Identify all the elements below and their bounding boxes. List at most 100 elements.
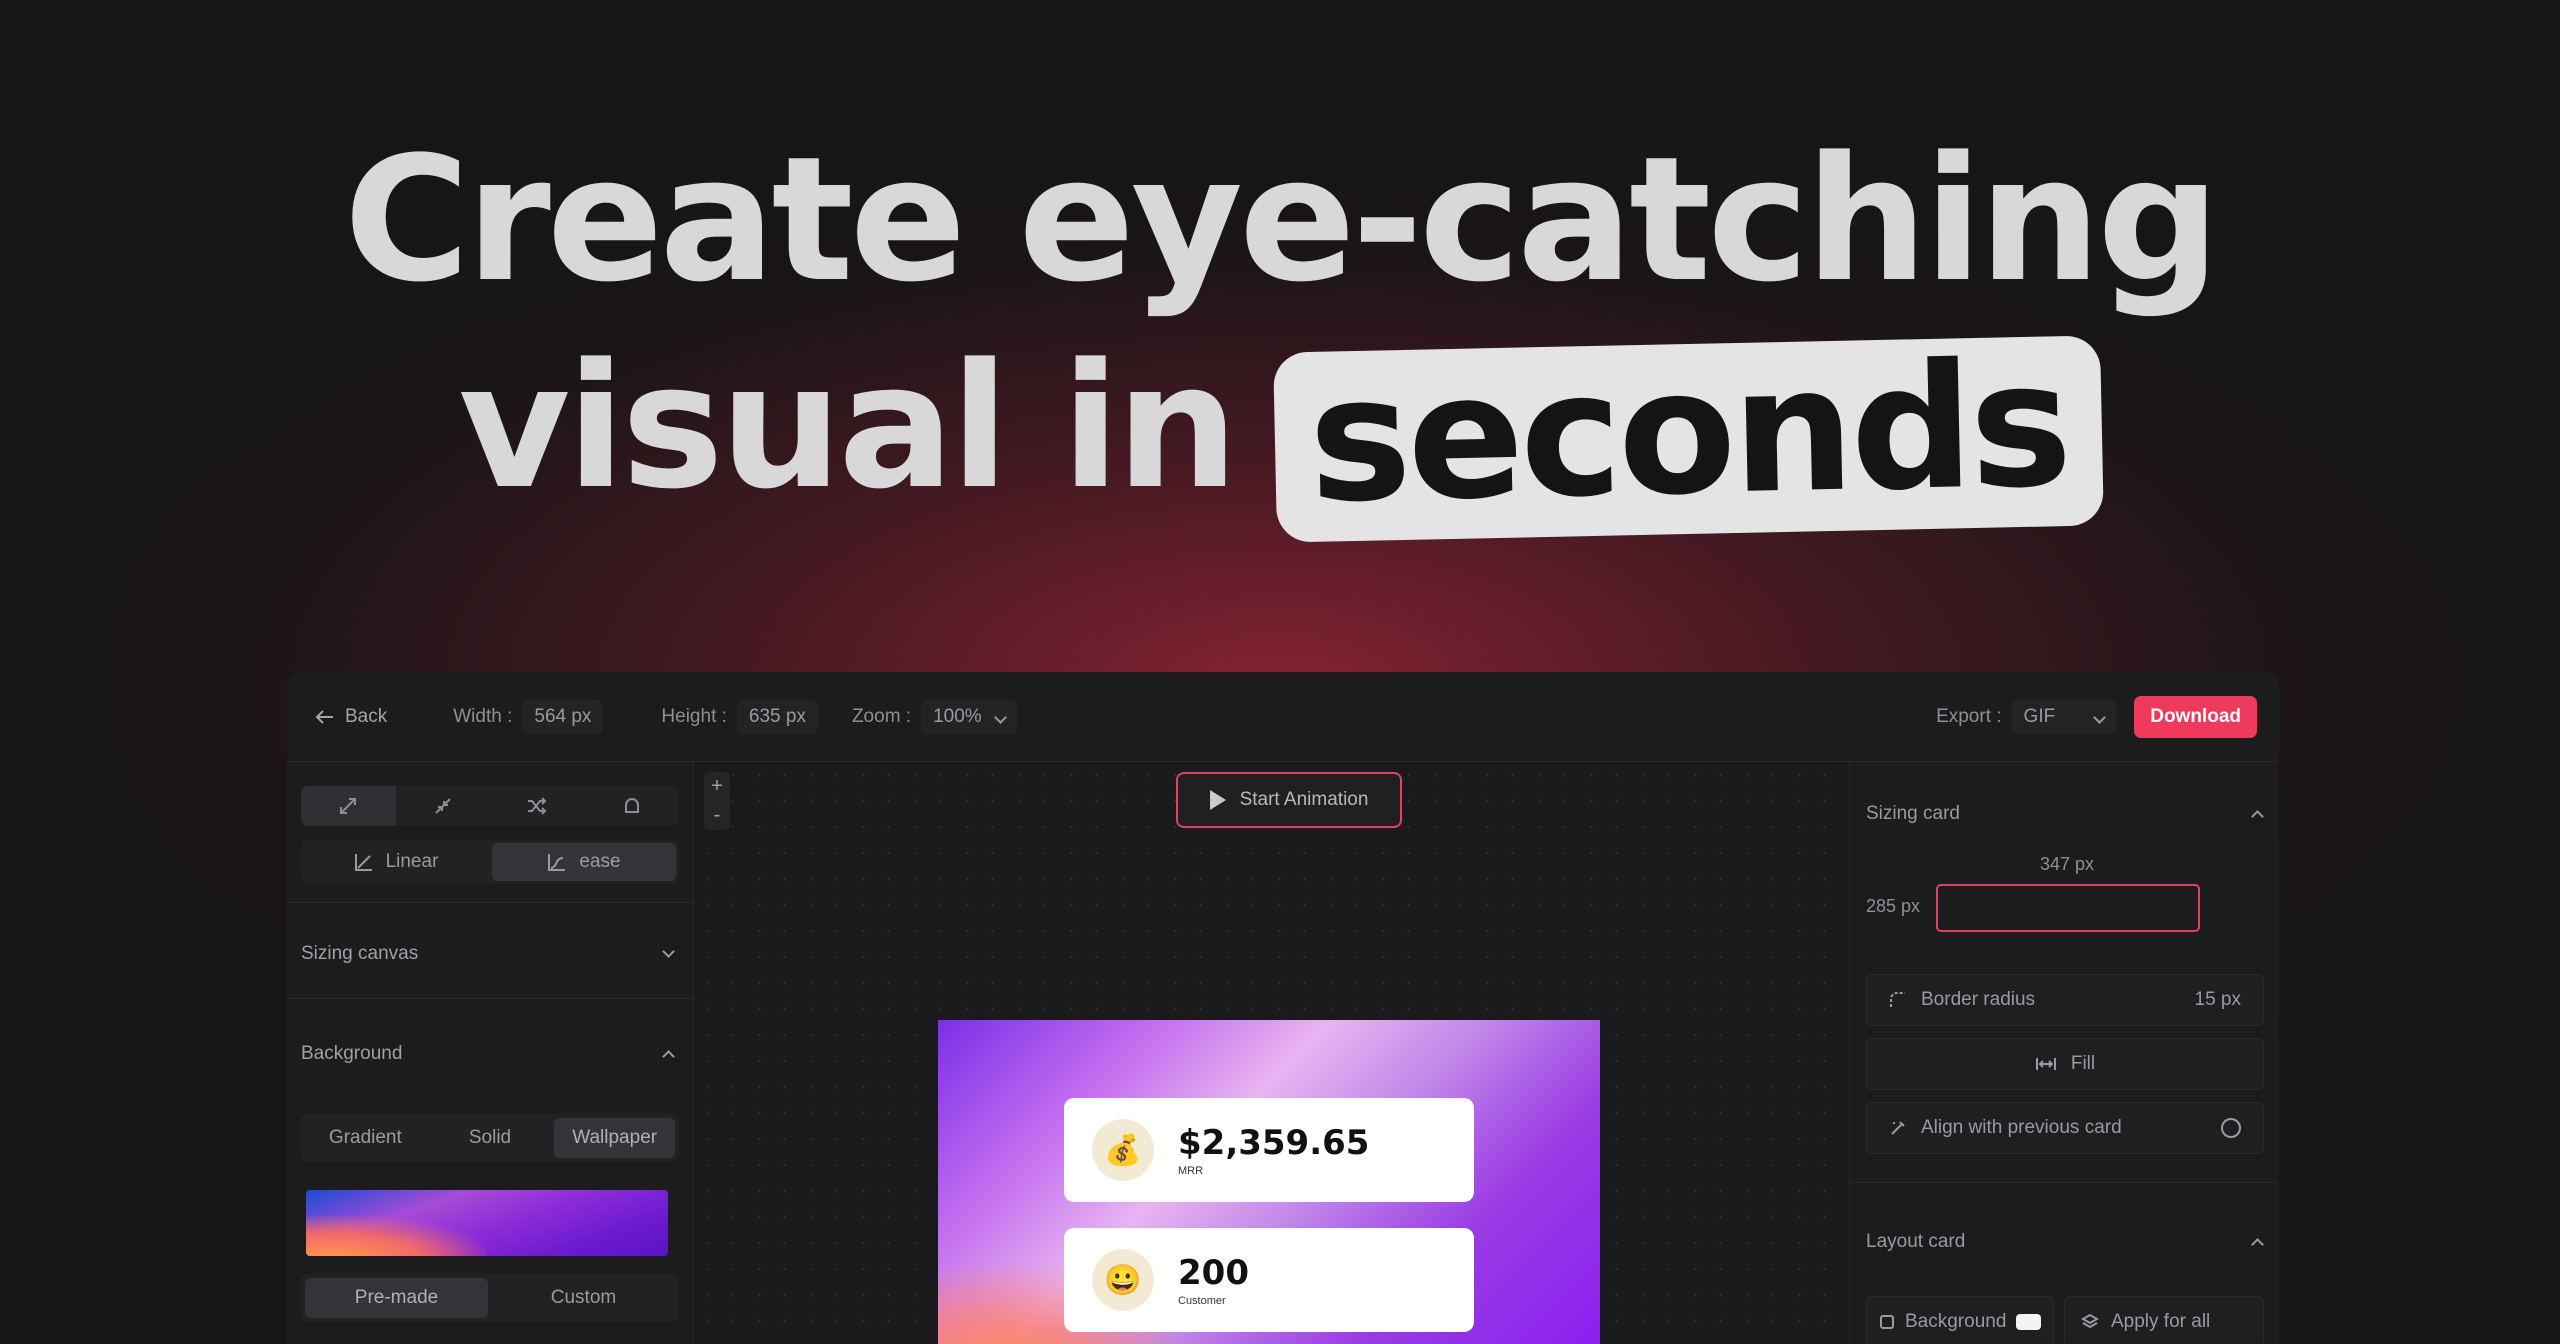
easing-linear-label: Linear: [385, 851, 439, 872]
tab-pre-made[interactable]: Pre-made: [305, 1278, 488, 1318]
zoom-select[interactable]: 100%: [921, 699, 1017, 734]
width-field: Width : 564 px: [453, 699, 604, 734]
start-animation-button[interactable]: Start Animation: [1176, 772, 1402, 828]
background-header[interactable]: Background: [301, 1034, 679, 1074]
width-label: Width :: [453, 705, 513, 727]
card-background-label: Background: [1905, 1311, 2007, 1332]
easing-ease-option[interactable]: ease: [492, 843, 676, 881]
export-field: Export : GIF: [1936, 699, 2117, 734]
preview-canvas: + - Start Animation 💰 $2,359.65 MRR 😀 20…: [694, 762, 1849, 1344]
right-sidebar: Sizing card 347 px 285 px Border radius …: [1849, 762, 2279, 1344]
expand-icon[interactable]: [301, 786, 396, 826]
back-label: Back: [345, 705, 388, 727]
apply-all-button[interactable]: Apply for all: [2064, 1296, 2264, 1344]
section-divider: [287, 998, 694, 999]
align-previous-label: Align with previous card: [1921, 1117, 2122, 1138]
border-radius-icon: [1889, 991, 1907, 1009]
tool-icon-row: [301, 786, 679, 826]
chevron-down-icon: [993, 710, 1007, 724]
export-value: GIF: [2023, 705, 2056, 727]
tab-custom[interactable]: Custom: [492, 1278, 675, 1318]
easing-toggle: Linear ease: [301, 840, 679, 884]
zoom-in-button[interactable]: +: [711, 775, 723, 798]
shuffle-icon[interactable]: [490, 786, 585, 826]
section-divider: [287, 902, 694, 903]
zoom-label: Zoom :: [851, 705, 912, 727]
export-label: Export :: [1936, 705, 2002, 727]
linear-curve-icon: [354, 852, 374, 872]
ease-curve-icon: [547, 852, 567, 872]
sizing-canvas-header[interactable]: Sizing canvas: [301, 934, 679, 974]
tab-wallpaper[interactable]: Wallpaper: [554, 1118, 676, 1158]
wallpaper-source-tabs: Pre-made Custom: [301, 1274, 679, 1322]
chevron-up-icon: [2251, 1238, 2264, 1251]
fill-width-icon: [2035, 1056, 2057, 1072]
zoom-controls: + -: [704, 772, 730, 830]
tab-solid[interactable]: Solid: [430, 1118, 551, 1158]
easing-linear-option[interactable]: Linear: [304, 843, 488, 881]
zoom-out-button[interactable]: -: [714, 804, 721, 827]
easing-ease-label: ease: [579, 851, 621, 872]
card-width-label: 347 px: [2040, 854, 2095, 874]
height-field: Height : 635 px: [661, 699, 818, 734]
sizing-canvas-title: Sizing canvas: [301, 943, 419, 964]
border-radius-value: 15 px: [2194, 989, 2241, 1010]
layout-card-title: Layout card: [1866, 1231, 1966, 1252]
download-button[interactable]: Download: [2134, 695, 2257, 738]
stat-value: 200: [1178, 1253, 1249, 1293]
hero-line-1: Create eye-catching: [343, 119, 2221, 320]
stat-card-customer[interactable]: 😀 200 Customer: [1064, 1228, 1474, 1332]
background-type-tabs: Gradient Solid Wallpaper: [301, 1114, 679, 1162]
stat-value: $2,359.65: [1178, 1123, 1370, 1163]
border-radius-label: Border radius: [1921, 989, 2036, 1010]
border-radius-field[interactable]: Border radius 15 px: [1866, 974, 2264, 1026]
tab-gradient[interactable]: Gradient: [305, 1118, 426, 1158]
zoom-field: Zoom : 100%: [851, 699, 1017, 734]
chevron-down-icon: [2093, 710, 2107, 724]
hero-highlight-pill: seconds: [1272, 324, 2104, 543]
apply-all-label: Apply for all: [2111, 1311, 2211, 1332]
left-sidebar: Linear ease Sizing canvas Background Gra…: [287, 762, 694, 1344]
card-size-handle[interactable]: [1936, 884, 2200, 932]
align-wand-icon: [1889, 1119, 1907, 1137]
card-height-label: 285 px: [1866, 896, 1921, 916]
smiley-icon: 😀: [1092, 1249, 1154, 1311]
shape-icon[interactable]: [585, 786, 680, 826]
sizing-card-title: Sizing card: [1866, 803, 1960, 824]
fill-label: Fill: [2070, 1053, 2096, 1074]
background-title: Background: [301, 1043, 403, 1064]
arrow-left-icon: [315, 709, 335, 725]
start-animation-label: Start Animation: [1239, 789, 1369, 810]
export-select[interactable]: GIF: [2011, 699, 2117, 734]
height-label: Height :: [661, 705, 727, 727]
width-input[interactable]: 564 px: [522, 699, 604, 734]
play-icon: [1209, 790, 1226, 810]
align-previous-toggle[interactable]: [2221, 1118, 2241, 1138]
hero-line-2: visual in seconds: [458, 320, 2104, 543]
hero-line-2-text: visual in: [458, 326, 1238, 527]
section-divider: [1850, 1182, 2279, 1183]
back-button[interactable]: Back: [315, 706, 387, 728]
fill-button[interactable]: Fill: [1866, 1038, 2264, 1090]
chevron-up-icon: [662, 1050, 675, 1063]
background-paint-icon: [1879, 1314, 1895, 1330]
stat-card-mrr[interactable]: 💰 $2,359.65 MRR: [1064, 1098, 1474, 1202]
preview-artboard: 💰 $2,359.65 MRR 😀 200 Customer: [938, 1020, 1600, 1344]
chevron-down-icon: [662, 944, 675, 958]
card-background-button[interactable]: Background: [1866, 1296, 2054, 1344]
layers-icon: [2081, 1313, 2099, 1331]
stat-caption: Customer: [1178, 1295, 1226, 1307]
card-background-swatch: [2016, 1314, 2041, 1330]
top-toolbar: Back Width : 564 px Height : 635 px Zoom…: [287, 672, 2279, 762]
chevron-up-icon: [2251, 810, 2264, 823]
hero-heading: Create eye-catching visual in seconds: [0, 119, 2560, 543]
collapse-icon[interactable]: [396, 786, 491, 826]
layout-card-header[interactable]: Layout card: [1866, 1222, 2264, 1262]
money-bag-icon: 💰: [1092, 1119, 1154, 1181]
wallpaper-swatch[interactable]: [306, 1190, 668, 1256]
height-input[interactable]: 635 px: [736, 699, 818, 734]
align-previous-row: Align with previous card: [1866, 1102, 2264, 1154]
sizing-card-header[interactable]: Sizing card: [1866, 794, 2264, 834]
zoom-value: 100%: [933, 705, 982, 727]
editor-window: Back Width : 564 px Height : 635 px Zoom…: [287, 672, 2279, 1344]
